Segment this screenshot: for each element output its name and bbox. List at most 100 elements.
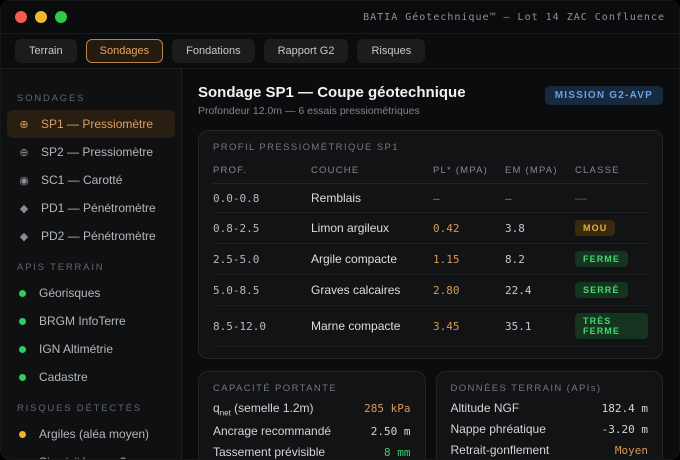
cell-prof: 0.0-0.8 [213, 183, 311, 213]
table-row[interactable]: 8.5-12.0 Marne compacte 3.45 35.1 TRÈS F… [213, 305, 648, 347]
table-row[interactable]: 0.0-0.8 Remblais — — — [213, 183, 648, 213]
sidebar-item-sp2[interactable]: ⊕ SP2 — Pressiomètre [7, 138, 175, 166]
sidebar-item-label: SC1 — Carotté [41, 173, 123, 187]
status-dot-icon [19, 373, 26, 381]
sidebar-item-sc1[interactable]: ◉ SC1 — Carotté [7, 166, 175, 194]
cell-couche: Argile compacte [311, 243, 433, 275]
tassement-value: 8 mm [384, 446, 411, 459]
cell-classe: MOU [575, 212, 648, 244]
sidebar-section-sondages: SONDAGES [17, 93, 86, 104]
retrait-value: Moyen [614, 444, 648, 457]
tassement-label: Tassement prévisible [213, 445, 326, 459]
tab-terrain[interactable]: Terrain [15, 39, 77, 63]
sidebar-item-label: Argiles (aléa moyen) [39, 427, 150, 441]
sidebar-item-sp1[interactable]: ⊕ SP1 — Pressiomètre [7, 110, 175, 138]
tab-fondations[interactable]: Fondations [172, 39, 255, 63]
qnet-value: 285 kPa [364, 402, 411, 415]
table-row[interactable]: 2.5-5.0 Argile compacte 1.15 8.2 FERME [213, 243, 648, 275]
sidebar-item-label: Cadastre [39, 370, 88, 384]
sidebar-item-argiles[interactable]: Argiles (aléa moyen) [7, 420, 175, 448]
qnet-label: qnet (semelle 1.2m) [213, 401, 314, 418]
summary-cards-row: CAPACITÉ PORTANTE qnet (semelle 1.2m) 28… [198, 371, 663, 459]
profile-table: PROF. COUCHE PL* (MPA) EM (MPA) CLASSE 0… [213, 157, 648, 347]
diamond-icon: ◆ [19, 230, 29, 243]
tab-bar: Terrain Sondages Fondations Rapport G2 R… [1, 34, 679, 69]
cell-pl: 2.80 [433, 274, 505, 306]
tab-risques[interactable]: Risques [357, 39, 426, 63]
page-subtitle: Profondeur 12.0m — 6 essais pressiométri… [198, 105, 420, 117]
status-dot-icon [19, 345, 26, 353]
nappe-label: Nappe phréatique [450, 422, 546, 436]
column-header-classe: CLASSE [575, 157, 648, 184]
cell-couche: Marne compacte [311, 305, 433, 347]
column-header-couche: COUCHE [311, 157, 433, 184]
minimize-window-button[interactable] [35, 11, 47, 23]
cell-couche: Remblais [311, 183, 433, 213]
cell-em: 3.8 [505, 212, 575, 244]
main-panel: Sondage SP1 — Coupe géotechnique Profond… [182, 69, 679, 459]
classe-badge: MOU [575, 220, 616, 236]
window-title: BATIA Géotechnique™ — Lot 14 ZAC Conflue… [363, 11, 665, 23]
cell-couche: Graves calcaires [311, 274, 433, 306]
sidebar-item-label: Sismicité zone 2 [39, 455, 126, 459]
status-dot-icon [19, 289, 26, 297]
altitude-value: 182.4 m [601, 402, 648, 415]
status-dot-icon [19, 430, 26, 438]
classe-badge: SERRÉ [575, 282, 628, 298]
cell-classe: TRÈS FERME [575, 305, 648, 347]
sidebar-item-label: BRGM InfoTerre [39, 314, 126, 328]
altitude-label: Altitude NGF [450, 401, 520, 415]
sidebar-item-pd1[interactable]: ◆ PD1 — Pénétromètre [7, 194, 175, 222]
profile-table-card: PROFIL PRESSIOMÉTRIQUE SP1 PROF. COUCHE … [198, 130, 663, 359]
classe-badge: TRÈS FERME [575, 313, 648, 339]
cell-classe: FERME [575, 243, 648, 275]
table-row[interactable]: 0.8-2.5 Limon argileux 0.42 3.8 MOU [213, 212, 648, 244]
tab-sondages[interactable]: Sondages [85, 39, 164, 63]
sidebar-item-georisques[interactable]: Géorisques [7, 279, 175, 307]
cell-em: 22.4 [505, 274, 575, 306]
cell-prof: 5.0-8.5 [213, 274, 311, 306]
tassement-row: Tassement prévisible 8 mm [213, 445, 411, 459]
cell-em: 35.1 [505, 305, 575, 347]
nappe-row: Nappe phréatique -3.20 m [451, 422, 649, 436]
cell-pl: — [433, 183, 505, 213]
retrait-row: Retrait-gonflement Moyen [451, 443, 649, 457]
cell-pl: 3.45 [433, 305, 505, 347]
ancrage-row: Ancrage recommandé 2.50 m [213, 424, 411, 438]
classe-badge: FERME [575, 251, 628, 267]
sidebar-item-label: Géorisques [39, 286, 101, 300]
main-header: Sondage SP1 — Coupe géotechnique Profond… [198, 84, 663, 117]
titlebar: BATIA Géotechnique™ — Lot 14 ZAC Conflue… [1, 1, 679, 34]
mission-badge: MISSION G2-AVP [544, 86, 663, 105]
sidebar-item-pd2[interactable]: ◆ PD2 — Pénétromètre [7, 222, 175, 250]
sidebar-item-label: PD1 — Pénétromètre [41, 201, 156, 215]
sidebar-section-apis: APIS TERRAIN [17, 262, 105, 273]
table-row[interactable]: 5.0-8.5 Graves calcaires 2.80 22.4 SERRÉ [213, 274, 648, 306]
tab-rapport-g2[interactable]: Rapport G2 [263, 39, 349, 63]
traffic-lights [15, 11, 67, 23]
cell-prof: 8.5-12.0 [213, 305, 311, 347]
sidebar-item-label: SP1 — Pressiomètre [41, 117, 154, 131]
sidebar-item-brgm-infoterre[interactable]: BRGM InfoTerre [7, 307, 175, 335]
altitude-row: Altitude NGF 182.4 m [451, 401, 649, 415]
sidebar-item-cadastre[interactable]: Cadastre [7, 363, 175, 391]
column-header-pl: PL* (MPA) [433, 157, 505, 184]
sidebar-item-ign-altimetrie[interactable]: IGN Altimétrie [7, 335, 175, 363]
core-sample-icon: ◉ [19, 174, 29, 187]
close-window-button[interactable] [15, 11, 27, 23]
page-title: Sondage SP1 — Coupe géotechnique [198, 84, 466, 101]
app-window: BATIA Géotechnique™ — Lot 14 ZAC Conflue… [0, 0, 680, 460]
content-area: SONDAGES ⊕ SP1 — Pressiomètre ⊕ SP2 — Pr… [1, 69, 679, 459]
diamond-icon: ◆ [19, 202, 29, 215]
terrain-card-title: DONNÉES TERRAIN (APIs) [450, 383, 602, 394]
sidebar-item-sismicite[interactable]: Sismicité zone 2 [7, 448, 175, 459]
cell-em: — [505, 183, 575, 213]
status-dot-icon [19, 317, 26, 325]
capacity-card: CAPACITÉ PORTANTE qnet (semelle 1.2m) 28… [198, 371, 426, 459]
sidebar-section-risques: RISQUES DÉTECTÉS [17, 403, 142, 414]
status-dot-icon [19, 458, 26, 459]
capacity-card-title: CAPACITÉ PORTANTE [213, 383, 338, 394]
zoom-window-button[interactable] [55, 11, 67, 23]
nappe-value: -3.20 m [601, 423, 648, 436]
column-header-em: EM (MPA) [505, 157, 575, 184]
